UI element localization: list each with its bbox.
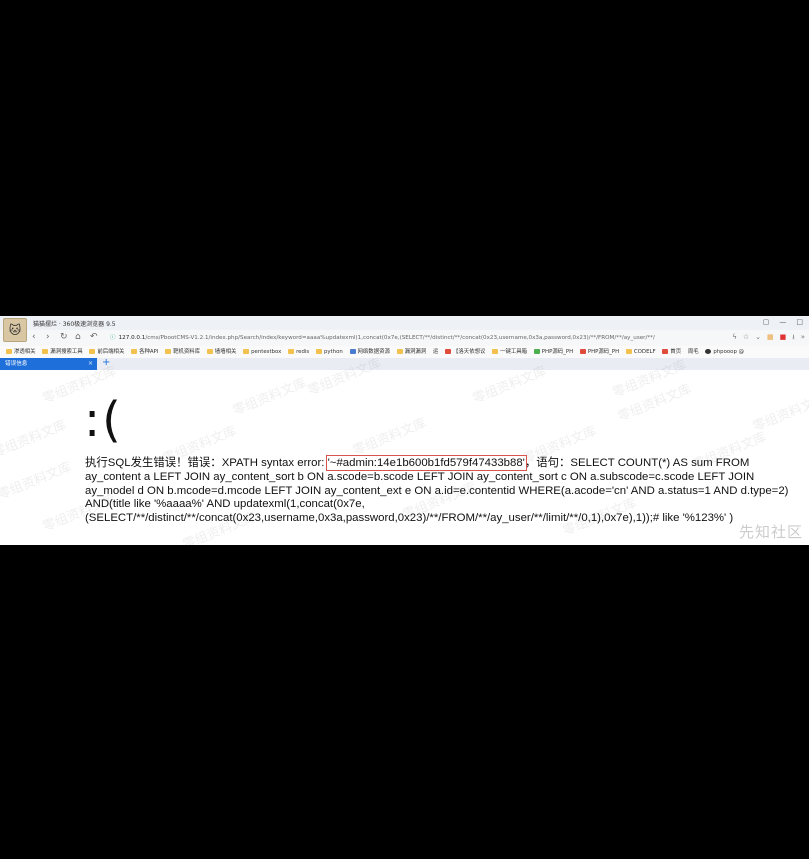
- title-bar: 🐱 猫猫摆烂 · 360极速浏览器 9.5 ▢ — □: [0, 316, 809, 342]
- chevron-down-icon[interactable]: ⌄: [755, 333, 761, 344]
- more-icon[interactable]: »: [801, 333, 805, 344]
- bookmark-item[interactable]: 周毛: [688, 346, 699, 358]
- window-title: 猫猫摆烂 · 360极速浏览器 9.5: [33, 321, 116, 328]
- bookmark-item[interactable]: pentestbox: [243, 346, 281, 358]
- back-icon[interactable]: ‹: [32, 332, 36, 342]
- tab-label: 错误信息: [5, 361, 28, 367]
- bookmark-item[interactable]: redis: [288, 346, 309, 358]
- site-logo: 先知社区: [738, 523, 803, 541]
- watermark: 零组资料文库: [0, 417, 69, 461]
- download-icon[interactable]: ⭳: [792, 333, 794, 344]
- bookmark-item[interactable]: 首页: [662, 346, 681, 358]
- watermark: 零组资料文库: [0, 459, 74, 503]
- bookmark-item[interactable]: 各种API: [131, 346, 158, 358]
- watermark: 零组资料文库: [350, 415, 429, 459]
- bookmark-item[interactable]: 靶机资料库: [165, 346, 200, 358]
- minimize-icon[interactable]: —: [779, 318, 786, 326]
- sql-error-message: 执行SQL发生错误！错误：XPATH syntax error: '~#admi…: [85, 455, 801, 526]
- user-avatar[interactable]: 🐱: [3, 318, 27, 342]
- new-tab-button[interactable]: +: [102, 357, 110, 368]
- bookmark-item[interactable]: 漏洞搜索工具: [42, 346, 83, 358]
- address-bar-row: ‹ › ↻ ⌂ ↶ ⓘ 127.0.0.1/cms/PbootCMS-V1.2.1…: [0, 330, 809, 347]
- forward-icon[interactable]: ›: [46, 332, 50, 342]
- bookmark-item[interactable]: phpooop @: [705, 346, 744, 358]
- address-input[interactable]: ⓘ 127.0.0.1/cms/PbootCMS-V1.2.1/index.php…: [110, 333, 730, 343]
- bookmark-item[interactable]: 一键工具箱: [492, 346, 527, 358]
- bookmark-item[interactable]: CODELF: [625, 346, 656, 358]
- star-icon[interactable]: ☆: [743, 333, 749, 344]
- address-actions: ϟ ☆ ⌄ ▦ ■ ⭳ »: [732, 333, 805, 344]
- maximize-icon[interactable]: □: [796, 318, 803, 326]
- tab-strip: 错误信息 × +: [0, 357, 809, 370]
- watermark: 零组资料文库: [230, 375, 309, 419]
- browser-window: 🐱 猫猫摆烂 · 360极速浏览器 9.5 ▢ — □ ‹ › ↻ ⌂ ↶ ⓘ 1…: [0, 316, 809, 545]
- bookmark-item[interactable]: 【洛天依想议: [445, 346, 485, 358]
- url-path: /cms/PbootCMS-V1.2.1/index.php/Search/in…: [145, 335, 655, 341]
- lightning-icon[interactable]: ϟ: [732, 333, 737, 344]
- page-content: 零组资料文库 零组资料文库 零组资料文库 零组资料文库 零组资料文库 零组资料文…: [0, 356, 809, 545]
- error-highlight: '~#admin:14e1b600b1fd579f47433b88': [325, 455, 527, 471]
- close-icon[interactable]: ×: [88, 358, 93, 370]
- sad-face: :(: [84, 392, 123, 448]
- bookmark-item[interactable]: 漏洞漏洞: [396, 346, 426, 358]
- extension-icon[interactable]: ■: [780, 333, 787, 344]
- bookmark-item[interactable]: PHP源码_PH: [579, 346, 619, 358]
- bookmark-item[interactable]: python: [315, 346, 343, 358]
- watermark: 零组资料文库: [750, 391, 809, 435]
- bookmark-item[interactable]: PHP源码_PH: [533, 346, 573, 358]
- bookmark-item[interactable]: 渗透相关: [6, 346, 36, 358]
- window-controls: ▢ — □: [763, 318, 803, 326]
- apps-icon[interactable]: ▦: [767, 333, 774, 344]
- tab-error-info[interactable]: 错误信息 ×: [0, 358, 97, 370]
- lock-icon: ⓘ: [110, 335, 116, 341]
- error-prefix: 执行SQL发生错误！错误：XPATH syntax error:: [85, 457, 328, 469]
- url-host: 127.0.0.1: [118, 335, 146, 341]
- watermark: 零组资料文库: [615, 381, 694, 425]
- bookmark-item[interactable]: 运: [433, 346, 438, 358]
- bookmark-item[interactable]: 墙墙相关: [206, 346, 236, 358]
- reload-icon[interactable]: ↻: [60, 332, 68, 342]
- menu-icon[interactable]: ▢: [763, 318, 770, 326]
- home-icon[interactable]: ⌂: [75, 332, 81, 342]
- undo-icon[interactable]: ↶: [90, 332, 98, 342]
- bookmark-item[interactable]: 网络数据资源: [349, 346, 390, 358]
